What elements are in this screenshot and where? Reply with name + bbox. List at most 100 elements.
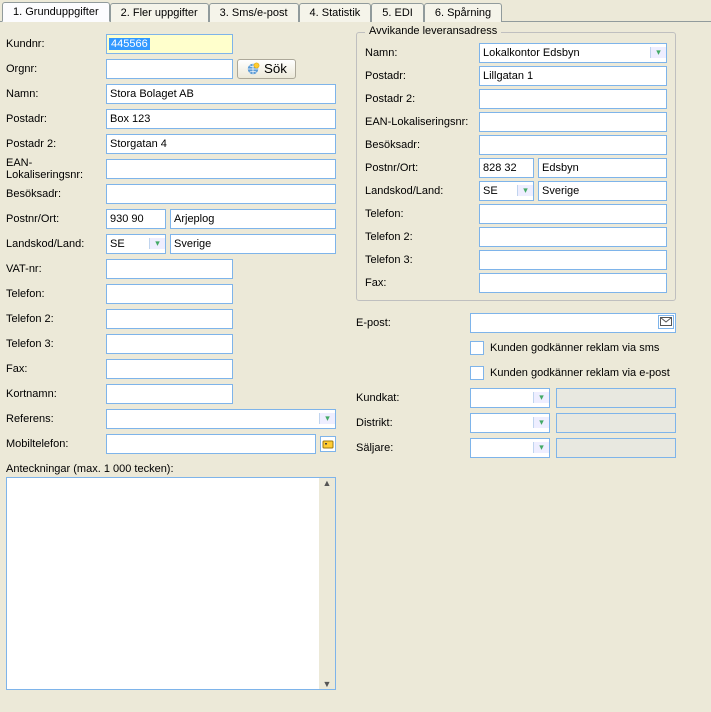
besok-label: Besöksadr: [6,188,106,200]
scroll-up-icon: ▲ [323,478,332,488]
reklam-epost-checkbox[interactable] [470,366,484,380]
vat-label: VAT-nr: [6,263,106,275]
epost-label: E-post: [356,317,470,329]
ean-label: EAN-Lokaliseringsnr: [6,157,106,181]
distrikt-select[interactable]: ▾ [470,413,550,433]
kundkat-label: Kundkat: [356,392,470,404]
lev-tel2-input[interactable] [479,227,667,247]
landskod-label: Landskod/Land: [6,238,106,250]
lev-postadr2-label: Postadr 2: [365,93,479,105]
envelope-icon [660,317,672,327]
tel3-input[interactable] [106,334,233,354]
lev-fax-input[interactable] [479,273,667,293]
kundnr-label: Kundnr: [6,38,106,50]
scrollbar[interactable]: ▲ ▼ [319,478,335,689]
lev-tel2-label: Telefon 2: [365,231,479,243]
tab-edi[interactable]: 5. EDI [371,3,424,22]
group-title: Avvikande leveransadress [365,25,501,37]
ean-input[interactable] [106,159,336,179]
kortnamn-input[interactable] [106,384,233,404]
vat-input[interactable] [106,259,233,279]
fax-input[interactable] [106,359,233,379]
lev-namn-label: Namn: [365,47,479,59]
distrikt-label: Distrikt: [356,417,470,429]
kundnr-input[interactable]: 445566 [106,34,233,54]
mobil-icon-button[interactable] [320,436,336,452]
reklam-sms-checkbox[interactable] [470,341,484,355]
distrikt-display [556,413,676,433]
lev-ean-label: EAN-Lokaliseringsnr: [365,116,479,128]
fax-label: Fax: [6,363,106,375]
chevron-down-icon: ▾ [533,392,549,403]
lev-ort-input[interactable] [538,158,667,178]
lev-landskod-label: Landskod/Land: [365,185,479,197]
besok-input[interactable] [106,184,336,204]
saljare-display [556,438,676,458]
chevron-down-icon: ▾ [533,417,549,428]
lev-tel3-label: Telefon 3: [365,254,479,266]
mobil-input[interactable] [106,434,316,454]
referens-label: Referens: [6,413,106,425]
tab-bar: 1. Grunduppgifter 2. Fler uppgifter 3. S… [0,0,711,22]
lev-postnrort-label: Postnr/Ort: [365,162,479,174]
reklam-sms-label: Kunden godkänner reklam via sms [490,342,659,354]
tel3-label: Telefon 3: [6,338,106,350]
reklam-epost-label: Kunden godkänner reklam via e-post [490,367,670,379]
kundkat-display [556,388,676,408]
tel2-input[interactable] [106,309,233,329]
postnr-input[interactable] [106,209,166,229]
lev-tel-label: Telefon: [365,208,479,220]
lev-besok-label: Besöksadr: [365,139,479,151]
avvikande-leveransadress-group: Avvikande leveransadress Namn: Lokalkont… [356,32,676,301]
chevron-down-icon: ▾ [517,185,533,196]
lev-postadr-input[interactable] [479,66,667,86]
ort-input[interactable] [170,209,336,229]
saljare-select[interactable]: ▾ [470,438,550,458]
referens-select[interactable]: ▾ [106,409,336,429]
chevron-down-icon: ▾ [149,238,165,249]
namn-label: Namn: [6,88,106,100]
chevron-down-icon: ▾ [650,47,666,58]
chevron-down-icon: ▾ [319,413,335,424]
lev-tel3-input[interactable] [479,250,667,270]
tab-statistik[interactable]: 4. Statistik [299,3,372,22]
kortnamn-label: Kortnamn: [6,388,106,400]
tel2-label: Telefon 2: [6,313,106,325]
anteckningar-label: Anteckningar (max. 1 000 tecken): [6,463,336,475]
lev-fax-label: Fax: [365,277,479,289]
lev-namn-select[interactable]: Lokalkontor Edsbyn▾ [479,43,667,63]
lev-land-input[interactable] [538,181,667,201]
landskod-select[interactable]: SE▾ [106,234,166,254]
globe-icon [246,62,260,76]
epost-input[interactable] [470,313,676,333]
tel-label: Telefon: [6,288,106,300]
lev-tel-input[interactable] [479,204,667,224]
postadr2-input[interactable] [106,134,336,154]
namn-input[interactable] [106,84,336,104]
epost-icon-button[interactable] [658,315,674,329]
scroll-down-icon: ▼ [323,679,332,689]
lev-ean-input[interactable] [479,112,667,132]
saljare-label: Säljare: [356,442,470,454]
lev-postnr-input[interactable] [479,158,534,178]
postadr2-label: Postadr 2: [6,138,106,150]
orgnr-label: Orgnr: [6,63,106,75]
kundkat-select[interactable]: ▾ [470,388,550,408]
land-input[interactable] [170,234,336,254]
postadr-input[interactable] [106,109,336,129]
lev-landskod-select[interactable]: SE▾ [479,181,534,201]
tel-input[interactable] [106,284,233,304]
anteckningar-textarea[interactable]: ▲ ▼ [6,477,336,690]
lev-postadr2-input[interactable] [479,89,667,109]
sok-button[interactable]: Sök [237,59,296,79]
postnrort-label: Postnr/Ort: [6,213,106,225]
tab-sms-epost[interactable]: 3. Sms/e-post [209,3,299,22]
orgnr-input[interactable] [106,59,233,79]
tab-fler-uppgifter[interactable]: 2. Fler uppgifter [110,3,209,22]
postadr-label: Postadr: [6,113,106,125]
tab-sparning[interactable]: 6. Spårning [424,3,502,22]
chevron-down-icon: ▾ [533,442,549,453]
lev-besok-input[interactable] [479,135,667,155]
lev-postadr-label: Postadr: [365,70,479,82]
tab-grunduppgifter[interactable]: 1. Grunduppgifter [2,2,110,22]
